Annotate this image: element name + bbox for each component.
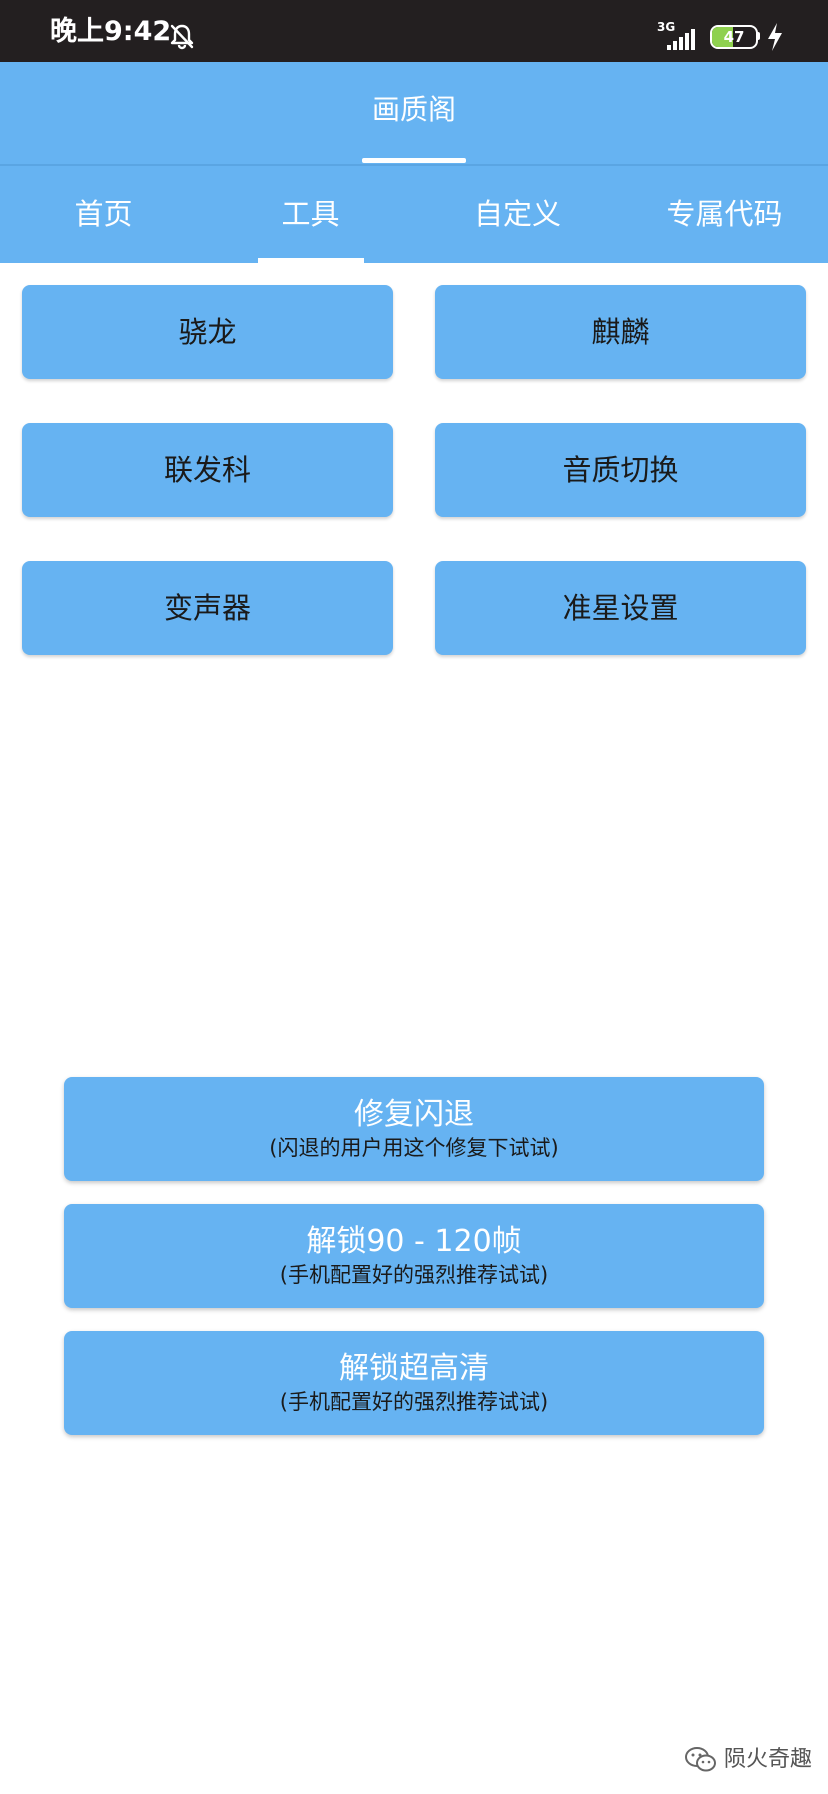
voice-changer-button[interactable]: 变声器 xyxy=(22,561,393,655)
action-title: 修复闪退 xyxy=(354,1097,474,1132)
kirin-button[interactable]: 麒麟 xyxy=(435,285,806,379)
title-underline xyxy=(362,158,466,163)
action-title: 解锁90 - 120帧 xyxy=(306,1224,522,1259)
page-title: 画质阁 xyxy=(371,93,456,126)
signal-icon xyxy=(667,29,695,50)
wechat-icon xyxy=(685,1747,716,1772)
unlock-ultra-hd-button[interactable]: 解锁超高清 (手机配置好的强烈推荐试试) xyxy=(64,1331,764,1435)
bell-off-icon xyxy=(170,24,194,50)
watermark: 陨火奇趣 xyxy=(684,1742,824,1778)
tab-home[interactable]: 首页 xyxy=(0,166,207,263)
tab-tools[interactable]: 工具 xyxy=(207,166,414,263)
tab-bar: 首页 工具 自定义 专属代码 xyxy=(0,166,828,263)
charging-icon xyxy=(768,23,782,51)
mediatek-button[interactable]: 联发科 xyxy=(22,423,393,517)
status-time: 晚上9:42 xyxy=(50,16,172,47)
title-bar: 画质阁 xyxy=(0,62,828,164)
snapdragon-button[interactable]: 骁龙 xyxy=(22,285,393,379)
audio-switch-button[interactable]: 音质切换 xyxy=(435,423,806,517)
crosshair-settings-button[interactable]: 准星设置 xyxy=(435,561,806,655)
active-tab-indicator xyxy=(258,258,364,263)
action-title: 解锁超高清 xyxy=(339,1351,489,1386)
tab-custom[interactable]: 自定义 xyxy=(414,166,621,263)
action-subtitle: (手机配置好的强烈推荐试试) xyxy=(279,1263,549,1287)
action-subtitle: (闪退的用户用这个修复下试试) xyxy=(269,1136,559,1160)
action-subtitle: (手机配置好的强烈推荐试试) xyxy=(279,1390,549,1414)
fix-crash-button[interactable]: 修复闪退 (闪退的用户用这个修复下试试) xyxy=(64,1077,764,1181)
battery-level: 47 xyxy=(723,28,745,46)
watermark-text: 陨火奇趣 xyxy=(724,1747,813,1772)
unlock-framerate-button[interactable]: 解锁90 - 120帧 (手机配置好的强烈推荐试试) xyxy=(64,1204,764,1308)
tab-exclusive-code[interactable]: 专属代码 xyxy=(621,166,828,263)
battery-icon: 47 xyxy=(710,25,760,49)
status-bar: 晚上9:42 3G 47 xyxy=(0,0,828,62)
